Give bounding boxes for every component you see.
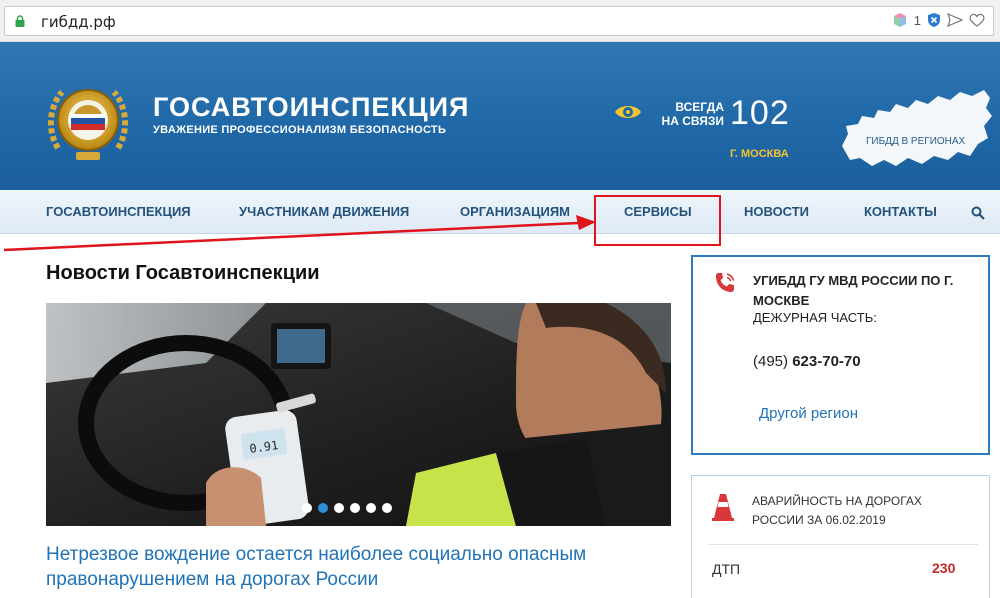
send-icon[interactable]	[947, 13, 963, 27]
russia-map-icon[interactable]	[838, 86, 994, 176]
phone-icon	[716, 273, 735, 292]
phone-digits: 623-70-70	[792, 353, 861, 370]
slider-dot-3[interactable]	[334, 503, 344, 513]
annotation-arrow	[3, 215, 596, 252]
url-text[interactable]: гибдд.рф	[41, 13, 116, 31]
slider-dot-4[interactable]	[350, 503, 360, 513]
site-title[interactable]: ГОСАВТОИНСПЕКЦИЯ	[153, 92, 469, 123]
hotline-number: 102	[730, 94, 790, 132]
highlight-box-services	[594, 195, 721, 246]
contact-card: УГИБДД ГУ МВД РОССИИ ПО Г. МОСКВЕ ДЕЖУРН…	[691, 255, 990, 455]
hotline-label: ВСЕГДА НА СВЯЗИ	[656, 100, 724, 128]
extension-badge-count: 1	[913, 12, 921, 28]
site-motto: УВАЖЕНИЕ ПРОФЕССИОНАЛИЗМ БЕЗОПАСНОСТЬ	[153, 124, 447, 136]
news-slider-image[interactable]: 0.91	[46, 303, 671, 526]
accidents-label: ДТП	[712, 561, 741, 577]
phone-code: (495)	[753, 353, 789, 370]
site-header: ГОСАВТОИНСПЕКЦИЯ УВАЖЕНИЕ ПРОФЕССИОНАЛИЗ…	[0, 42, 1000, 190]
accidents-value: 230	[932, 560, 956, 576]
slider-dot-5[interactable]	[366, 503, 376, 513]
city-selector[interactable]: Г. МОСКВА	[730, 148, 789, 160]
shield-icon[interactable]	[927, 12, 941, 28]
phone-number[interactable]: (495) 623-70-70	[753, 353, 861, 370]
accidents-card: АВАРИЙНОСТЬ НА ДОРОГАХ РОССИИ ЗА 06.02.2…	[691, 475, 990, 598]
other-region-link[interactable]: Другой регион	[759, 405, 858, 422]
slider-dot-1[interactable]	[302, 503, 312, 513]
slider-dots	[302, 503, 392, 513]
department-name: УГИБДД ГУ МВД РОССИИ ПО Г. МОСКВЕ	[753, 273, 954, 308]
gibdd-emblem-logo[interactable]	[44, 78, 132, 166]
hotline-label-line-2: НА СВЯЗИ	[661, 114, 724, 128]
news-heading: Новости Госавтоинспекции	[46, 262, 320, 284]
divider	[708, 544, 978, 545]
accidents-title: АВАРИЙНОСТЬ НА ДОРОГАХ РОССИИ ЗА 06.02.2…	[752, 494, 922, 527]
nav-item-news[interactable]: НОВОСТИ	[744, 204, 809, 219]
slider-photo: 0.91	[46, 303, 671, 526]
address-bar[interactable]: гибдд.рф 1	[4, 6, 994, 36]
regions-label[interactable]: ГИБДД В РЕГИОНАХ	[866, 136, 965, 147]
lock-icon	[15, 15, 25, 27]
nav-item-contacts[interactable]: КОНТАКТЫ	[864, 204, 937, 219]
heart-icon[interactable]	[969, 13, 985, 27]
browser-toolbar: гибдд.рф 1	[0, 0, 1000, 42]
search-icon[interactable]	[971, 206, 985, 220]
traffic-cone-icon	[712, 494, 734, 521]
news-article-link[interactable]: Нетрезвое вождение остается наиболее соц…	[46, 542, 646, 592]
slider-dot-6[interactable]	[382, 503, 392, 513]
eye-icon[interactable]	[614, 102, 642, 122]
hotline-label-line-1: ВСЕГДА	[675, 100, 724, 114]
slider-dot-2[interactable]	[318, 503, 328, 513]
cube-icon[interactable]	[892, 12, 908, 28]
duty-label: ДЕЖУРНАЯ ЧАСТЬ:	[753, 310, 877, 325]
